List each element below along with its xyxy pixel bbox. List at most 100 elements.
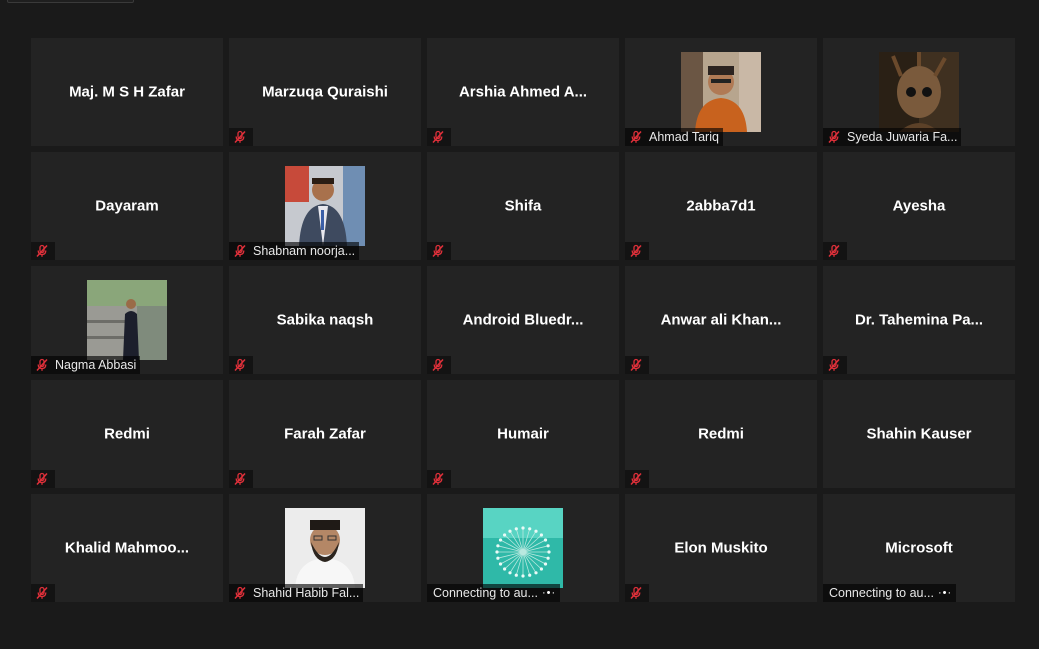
participant-tile[interactable]: Redmi	[31, 380, 223, 488]
participant-name: Android Bluedr...	[462, 311, 584, 329]
participant-tile[interactable]: Android Bluedr...	[427, 266, 619, 374]
mic-muted-icon	[234, 472, 246, 486]
participant-name: Dayaram	[95, 197, 159, 215]
participant-tile[interactable]: Marzuqa Quraishi	[229, 38, 421, 146]
participant-label	[427, 470, 451, 488]
participant-name: Dr. Tahemina Pa...	[854, 311, 984, 329]
participant-name: Anwar ali Khan...	[660, 311, 782, 329]
mic-muted-icon	[630, 472, 642, 486]
participant-label-text: Ahmad Tariq	[649, 130, 719, 144]
mic-muted-icon	[825, 242, 843, 260]
connecting-status: Connecting to au... ·•·	[427, 584, 561, 602]
participant-tile[interactable]: Microsoft Connecting to au... ·•·	[823, 494, 1015, 602]
mic-muted-icon	[33, 584, 51, 602]
mic-muted-icon	[630, 358, 642, 372]
participant-tile[interactable]: Dr. Tahemina Pa...	[823, 266, 1015, 374]
participant-label-text: Shahid Habib Fal...	[253, 586, 360, 600]
mic-muted-icon	[828, 130, 840, 144]
participant-gallery: Maj. M S H Zafar Marzuqa Quraishi Arshia …	[31, 38, 1015, 602]
participant-tile[interactable]: Sabika naqsh	[229, 266, 421, 374]
participant-name: Shahin Kauser	[866, 425, 972, 443]
mic-muted-icon	[627, 470, 645, 488]
participant-tile[interactable]: Shifa	[427, 152, 619, 260]
participant-label	[625, 470, 649, 488]
mic-muted-icon	[36, 472, 48, 486]
mic-muted-icon	[234, 358, 246, 372]
participant-label	[625, 356, 649, 374]
participant-tile[interactable]: Ahmad Tariq	[625, 38, 817, 146]
participant-label	[31, 242, 55, 260]
mic-muted-icon	[231, 356, 249, 374]
mic-muted-icon	[432, 472, 444, 486]
participant-label-text: Syeda Juwaria Fa...	[847, 130, 958, 144]
participant-tile[interactable]: Redmi	[625, 380, 817, 488]
mic-muted-icon	[825, 128, 843, 146]
participant-label	[823, 242, 847, 260]
participant-label	[823, 356, 847, 374]
top-toolbar-edge	[7, 0, 134, 3]
participant-label	[427, 242, 451, 260]
participant-label: Shabnam noorja...	[229, 242, 360, 260]
participant-name: Sabika naqsh	[276, 311, 374, 329]
participant-name: Microsoft	[885, 539, 953, 557]
participant-tile[interactable]: Nagma Abbasi	[31, 266, 223, 374]
mic-muted-icon	[36, 244, 48, 258]
mic-muted-icon	[630, 244, 642, 258]
participant-tile[interactable]: Shahin Kauser	[823, 380, 1015, 488]
mic-muted-icon	[36, 358, 48, 372]
participant-label-text: Connecting to au...	[433, 586, 538, 600]
participant-name: Arshia Ahmed A...	[458, 83, 588, 101]
participant-label: Ahmad Tariq	[625, 128, 723, 146]
mic-muted-icon	[627, 584, 645, 602]
participant-label	[31, 470, 55, 488]
mic-muted-icon	[234, 130, 246, 144]
mic-muted-icon	[429, 128, 447, 146]
mic-muted-icon	[828, 244, 840, 258]
participant-tile[interactable]: Dayaram	[31, 152, 223, 260]
mic-muted-icon	[231, 128, 249, 146]
participant-label-text: Shabnam noorja...	[253, 244, 356, 258]
mic-muted-icon	[33, 242, 51, 260]
participant-tile[interactable]: Arshia Ahmed A...	[427, 38, 619, 146]
more-dots-icon[interactable]: ·•·	[938, 587, 952, 599]
more-dots-icon[interactable]: ·•·	[542, 587, 556, 599]
participant-tile[interactable]: Ayesha	[823, 152, 1015, 260]
participant-tile[interactable]: Khalid Mahmoo...	[31, 494, 223, 602]
participant-label	[427, 356, 451, 374]
mic-muted-icon	[231, 584, 249, 602]
mic-muted-icon	[231, 470, 249, 488]
mic-muted-icon	[36, 586, 48, 600]
mic-muted-icon	[627, 242, 645, 260]
mic-muted-icon	[234, 244, 246, 258]
participant-label: Nagma Abbasi	[31, 356, 141, 374]
participant-tile[interactable]: Maj. M S H Zafar	[31, 38, 223, 146]
mic-muted-icon	[630, 586, 642, 600]
participant-name: Khalid Mahmoo...	[64, 539, 190, 557]
participant-label	[625, 242, 649, 260]
participant-tile[interactable]: Syeda Juwaria Fa...	[823, 38, 1015, 146]
participant-tile[interactable]: Shahid Habib Fal...	[229, 494, 421, 602]
participant-label	[31, 584, 55, 602]
mic-muted-icon	[432, 130, 444, 144]
mic-muted-icon	[234, 586, 246, 600]
mic-muted-icon	[429, 356, 447, 374]
mic-muted-icon	[825, 356, 843, 374]
participant-tile[interactable]: Connecting to au... ·•·	[427, 494, 619, 602]
participant-name: 2abba7d1	[686, 197, 756, 215]
mic-muted-icon	[630, 130, 642, 144]
participant-video	[681, 52, 761, 132]
participant-name: Redmi	[104, 425, 150, 443]
participant-video	[87, 280, 167, 360]
participant-tile[interactable]: Humair	[427, 380, 619, 488]
participant-label: Syeda Juwaria Fa...	[823, 128, 962, 146]
mic-muted-icon	[429, 470, 447, 488]
participant-tile[interactable]: Shabnam noorja...	[229, 152, 421, 260]
participant-tile[interactable]: Elon Muskito	[625, 494, 817, 602]
mic-muted-icon	[231, 242, 249, 260]
participant-label-text: Connecting to au...	[829, 586, 934, 600]
connecting-status: Connecting to au... ·•·	[823, 584, 957, 602]
participant-name: Humair	[497, 425, 549, 443]
participant-tile[interactable]: Anwar ali Khan...	[625, 266, 817, 374]
participant-tile[interactable]: 2abba7d1	[625, 152, 817, 260]
participant-tile[interactable]: Farah Zafar	[229, 380, 421, 488]
